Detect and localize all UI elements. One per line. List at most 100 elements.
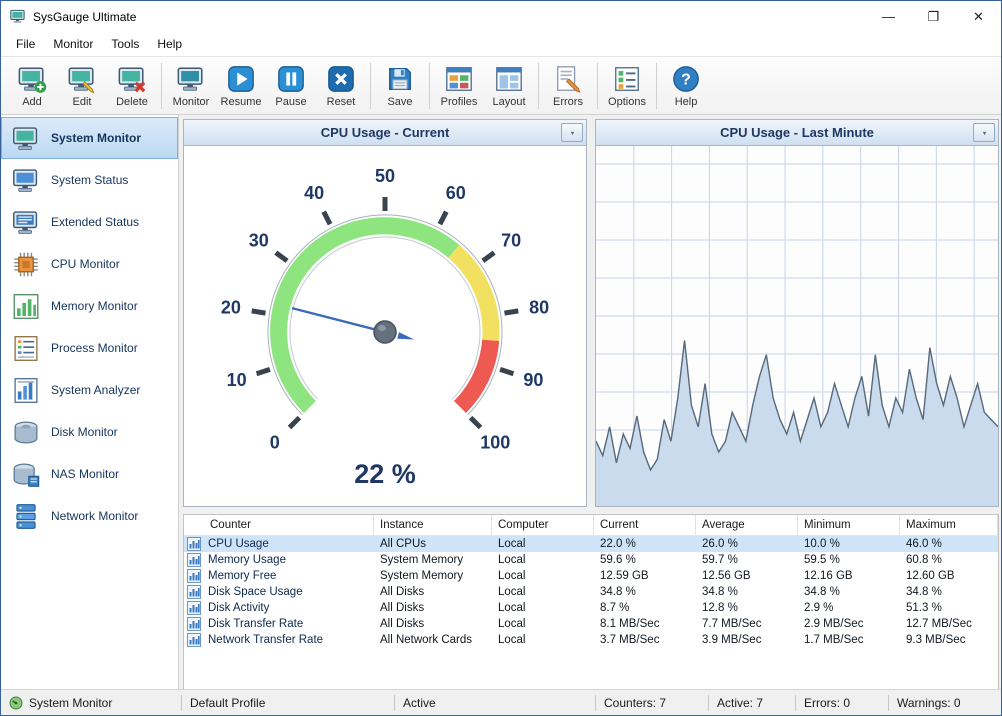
sidebar-item-disk-monitor[interactable]: Disk Monitor	[1, 411, 178, 453]
disk-monitor-icon	[11, 418, 41, 447]
toolbar-reset-button[interactable]: Reset	[316, 59, 366, 113]
sidebar-item-label: Extended Status	[51, 215, 139, 229]
cell-average: 12.56 GB	[696, 570, 798, 582]
sidebar-item-system-status[interactable]: System Status	[1, 159, 178, 201]
close-button[interactable]: ✕	[956, 1, 1001, 32]
table-row-memory-usage[interactable]: Memory UsageSystem MemoryLocal59.6 %59.7…	[184, 552, 998, 568]
gauge-panel-body: 0102030405060708090100 22 %	[184, 146, 586, 506]
chart-panel-menu-button[interactable]: ▼	[973, 123, 995, 142]
cell-computer: Local	[492, 634, 594, 646]
statusbar-active: Active: 7	[709, 690, 795, 715]
column-header-instance[interactable]: Instance	[374, 515, 492, 535]
gauge-panel: CPU Usage - Current ▼ 010203040506070809…	[183, 119, 587, 507]
save-icon	[385, 64, 415, 94]
chart-panel: CPU Usage - Last Minute ▼	[595, 119, 999, 507]
sidebar-item-network-monitor[interactable]: Network Monitor	[1, 495, 178, 537]
sidebar-item-process-monitor[interactable]: Process Monitor	[1, 327, 178, 369]
sidebar-item-nas-monitor[interactable]: NAS Monitor	[1, 453, 178, 495]
toolbar-delete-button[interactable]: Delete	[107, 59, 157, 113]
toolbar-help-button[interactable]: ?Help	[661, 59, 711, 113]
table-row-disk-transfer-rate[interactable]: Disk Transfer RateAll DisksLocal8.1 MB/S…	[184, 616, 998, 632]
toolbar-add-button[interactable]: Add	[7, 59, 57, 113]
chevron-down-icon: ▼	[981, 129, 987, 135]
column-header-computer[interactable]: Computer	[492, 515, 594, 535]
toolbar-pause-button[interactable]: Pause	[266, 59, 316, 113]
toolbar-button-label: Pause	[275, 96, 306, 108]
toolbar-button-label: Monitor	[173, 96, 210, 108]
sidebar-item-system-monitor[interactable]: System Monitor	[1, 117, 178, 159]
statusbar-warnings: Warnings: 0	[889, 690, 1001, 715]
statusbar-errors: Errors: 0	[796, 690, 888, 715]
cell-minimum: 59.5 %	[798, 554, 900, 566]
cell-minimum: 12.16 GB	[798, 570, 900, 582]
toolbar-monitor-button[interactable]: Monitor	[166, 59, 216, 113]
toolbar-button-label: Save	[387, 96, 412, 108]
svg-text:60: 60	[446, 183, 466, 203]
system-analyzer-icon	[11, 376, 41, 405]
statusbar-active-label: Active: 7	[717, 696, 763, 710]
sidebar-item-system-analyzer[interactable]: System Analyzer	[1, 369, 178, 411]
svg-text:50: 50	[375, 166, 395, 186]
minimize-button[interactable]: —	[866, 1, 911, 32]
svg-text:70: 70	[501, 230, 521, 250]
sidebar-item-extended-status[interactable]: Extended Status	[1, 201, 178, 243]
profiles-icon	[444, 64, 474, 94]
table-row-cpu-usage[interactable]: CPU UsageAll CPUsLocal22.0 %26.0 %10.0 %…	[184, 536, 998, 552]
cell-computer: Local	[492, 602, 594, 614]
sidebar-item-cpu-monitor[interactable]: CPU Monitor	[1, 243, 178, 285]
system-monitor-icon	[11, 124, 41, 153]
svg-text:90: 90	[523, 370, 543, 390]
cell-average: 59.7 %	[696, 554, 798, 566]
statusbar-warnings-label: Warnings: 0	[897, 696, 961, 710]
maximize-button[interactable]: ❐	[911, 1, 956, 32]
toolbar-errors-button[interactable]: Errors	[543, 59, 593, 113]
sidebar-item-memory-monitor[interactable]: Memory Monitor	[1, 285, 178, 327]
menu-file[interactable]: File	[7, 33, 44, 55]
svg-text:?: ?	[681, 71, 691, 88]
column-header-current[interactable]: Current	[594, 515, 696, 535]
system-status-icon	[11, 166, 41, 195]
statusbar-profile: Default Profile	[182, 690, 394, 715]
menu-help[interactable]: Help	[148, 33, 191, 55]
app-window: SysGauge Ultimate — ❐ ✕ FileMonitorTools…	[0, 0, 1002, 716]
cell-current: 59.6 %	[594, 554, 696, 566]
cell-instance: All Network Cards	[374, 634, 492, 646]
table-row-disk-space-usage[interactable]: Disk Space UsageAll DisksLocal34.8 %34.8…	[184, 584, 998, 600]
gauge-panel-menu-button[interactable]: ▼	[561, 123, 583, 142]
monitor-icon	[176, 64, 206, 94]
table-row-memory-free[interactable]: Memory FreeSystem MemoryLocal12.59 GB12.…	[184, 568, 998, 584]
cell-average: 3.9 MB/Sec	[696, 634, 798, 646]
network-monitor-icon	[11, 502, 41, 531]
sidebar-item-label: CPU Monitor	[51, 257, 120, 271]
column-header-average[interactable]: Average	[696, 515, 798, 535]
sidebar-item-label: Network Monitor	[51, 509, 138, 523]
statusbar-monitor-label: System Monitor	[29, 696, 112, 710]
toolbar-options-button[interactable]: Options	[602, 59, 652, 113]
cell-instance: All Disks	[374, 586, 492, 598]
cell-current: 12.59 GB	[594, 570, 696, 582]
gauge-value-label: 22 %	[184, 459, 586, 490]
toolbar-layout-button[interactable]: Layout	[484, 59, 534, 113]
cpu-monitor-icon	[11, 250, 41, 279]
toolbar-save-button[interactable]: Save	[375, 59, 425, 113]
menu-monitor[interactable]: Monitor	[44, 33, 102, 55]
counter-table: CounterInstanceComputerCurrentAverageMin…	[183, 514, 999, 689]
cell-computer: Local	[492, 570, 594, 582]
cell-instance: All CPUs	[374, 538, 492, 550]
column-header-counter[interactable]: Counter	[184, 515, 374, 535]
svg-text:100: 100	[480, 432, 510, 452]
column-header-maximum[interactable]: Maximum	[900, 515, 998, 535]
toolbar-profiles-button[interactable]: Profiles	[434, 59, 484, 113]
toolbar-button-label: Options	[608, 96, 646, 108]
toolbar-resume-button[interactable]: Resume	[216, 59, 266, 113]
table-row-disk-activity[interactable]: Disk ActivityAll DisksLocal8.7 %12.8 %2.…	[184, 600, 998, 616]
table-row-network-transfer-rate[interactable]: Network Transfer RateAll Network CardsLo…	[184, 632, 998, 648]
column-header-minimum[interactable]: Minimum	[798, 515, 900, 535]
toolbar-separator	[538, 63, 539, 109]
toolbar-edit-button[interactable]: Edit	[57, 59, 107, 113]
counter-chart-icon	[187, 633, 201, 647]
statusbar-profile-label: Default Profile	[190, 696, 265, 710]
cell-current: 8.1 MB/Sec	[594, 618, 696, 630]
menu-tools[interactable]: Tools	[102, 33, 148, 55]
app-body: System MonitorSystem Status Extended Stat…	[1, 115, 1001, 689]
